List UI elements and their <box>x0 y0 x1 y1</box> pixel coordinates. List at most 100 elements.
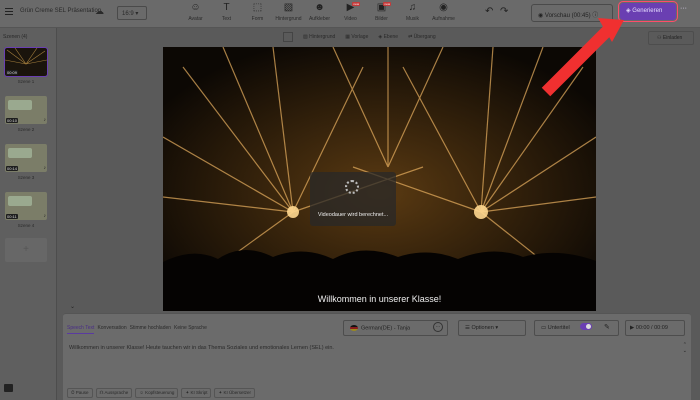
cloud-icon: ☁ <box>95 6 104 16</box>
pause-button[interactable]: ⏱ Pause <box>67 388 93 398</box>
tool-label: Text <box>221 16 232 22</box>
scene-thumbnail[interactable]: 00:14 ♪ <box>5 144 47 172</box>
slide-preview-shape <box>8 100 32 110</box>
tool-label: Aufnahme <box>432 16 455 22</box>
tab-upload-voice[interactable]: Stimme hochladen <box>130 325 171 334</box>
scene-duration: 00:10 <box>6 118 19 123</box>
options-select[interactable]: ☰ Optionen ▾ <box>458 320 526 336</box>
tool-record[interactable]: ◉ Aufnahme <box>428 2 459 22</box>
scene-duration: 00:09 <box>6 70 19 75</box>
sliders-icon: ☰ <box>465 325 470 331</box>
record-icon: ◉ <box>439 2 448 13</box>
tool-label: Avatar <box>188 16 203 22</box>
music-note-icon: ♪ <box>43 69 47 75</box>
slide-preview-shape <box>8 196 32 206</box>
insert-toolbar: ☺ Avatar T Text ⬚ Form ▧ Hintergrund ☻ Aufkle… <box>180 2 459 22</box>
speech-text-field[interactable]: Willkommen in unserer Klasse! Heute tauc… <box>69 345 689 351</box>
new-badge: new <box>352 2 360 6</box>
pin-icon[interactable]: ✎ <box>604 323 610 331</box>
info-icon: ⓘ <box>592 13 599 19</box>
scene-label: Szene 1 <box>17 79 35 84</box>
tool-label: Musik <box>405 16 420 22</box>
voice-more-icon[interactable]: ··· <box>433 322 443 332</box>
tool-images[interactable]: ▣ new Bilder <box>366 2 397 22</box>
tool-label: Form <box>251 16 264 22</box>
menu-icon[interactable] <box>5 8 13 16</box>
tab-no-speech[interactable]: Keine Sprache <box>174 325 207 334</box>
tool-sticker[interactable]: ☻ Aufkleber <box>304 2 335 22</box>
canvas-tool-transition[interactable]: ⇄ Übergang <box>408 30 436 44</box>
loading-spinner-icon <box>345 180 359 194</box>
sticker-icon: ☻ <box>314 2 325 13</box>
aspect-ratio-select[interactable]: 16:9 ▾ <box>117 6 147 20</box>
invite-button[interactable]: ⚇ Einladen <box>648 31 694 45</box>
tool-label: Video <box>344 16 357 22</box>
music-note-icon: ♪ <box>43 213 47 219</box>
scene-thumbnail[interactable]: 00:09 ♪ <box>4 47 48 77</box>
chat-icon[interactable] <box>4 384 13 392</box>
new-badge: new <box>383 2 391 6</box>
music-note-icon: ♪ <box>43 117 47 123</box>
chevron-down-icon[interactable]: ⌄ <box>70 303 75 310</box>
scroll-arrows-icon[interactable]: ⌃ ⌄ <box>683 342 687 354</box>
play-icon[interactable]: ▶ <box>630 325 634 331</box>
generate-label: Generieren <box>632 8 663 14</box>
canvas-tool-template[interactable]: ▦ Vorlage <box>345 30 368 44</box>
scene-thumbnail[interactable]: 00:10 ♪ <box>5 96 47 124</box>
avatar-icon: ☺ <box>190 2 201 13</box>
head-control-button[interactable]: ☺ Kopfsteuerung <box>135 388 179 398</box>
tool-avatar[interactable]: ☺ Avatar <box>180 2 211 22</box>
loading-text: Videodauer wird berechnet... <box>317 212 389 218</box>
more-options-icon[interactable]: ··· <box>680 5 687 12</box>
add-user-icon: ⚇ <box>657 35 662 41</box>
scene-item[interactable]: 00:11 ♪ Szene 4 <box>5 192 47 228</box>
tool-label: Aufkleber <box>308 16 331 22</box>
scene-item[interactable]: 00:14 ♪ Szene 3 <box>5 144 47 180</box>
canvas-tool-layer[interactable]: ◈ Ebene <box>378 30 398 44</box>
project-title[interactable]: Grün Creme SEL Präsentation <box>20 8 101 14</box>
preview-label: Vorschau (00:45) <box>544 13 591 19</box>
scene-item[interactable]: 00:09 ♪ Szene 1 <box>4 47 48 84</box>
scene-thumbnail[interactable]: 00:11 ♪ <box>5 192 47 220</box>
preview-button[interactable]: ◉ Vorschau (00:45) ⓘ <box>531 4 613 22</box>
tab-conversation[interactable]: Konversation <box>97 325 126 334</box>
generate-button[interactable]: ◈ Generieren <box>618 1 678 22</box>
script-panel: Speech Text Konversation Stimme hochlade… <box>63 313 691 400</box>
background-icon: ▧ <box>283 2 294 13</box>
color-swatch[interactable] <box>283 32 293 42</box>
subtitles-icon: ▭ <box>541 325 547 331</box>
shape-icon: ⬚ <box>252 2 263 13</box>
tool-text[interactable]: T Text <box>211 2 242 22</box>
layers-icon: ◈ <box>626 8 631 14</box>
tab-speech-text[interactable]: Speech Text <box>67 325 95 334</box>
tool-background[interactable]: ▧ Hintergrund <box>273 2 304 22</box>
playback-time: 00:00 / 00:09 <box>635 325 668 331</box>
pronunciation-button[interactable]: ☊ Aussprache <box>95 388 133 398</box>
ai-translator-button[interactable]: ✦ KI Übersetzer <box>214 388 256 398</box>
play-control[interactable]: ▶ 00:00 / 00:09 <box>625 320 685 336</box>
scenes-header: Szenen (4) <box>3 34 28 40</box>
video-subtitle: Willkommen in unserer Klasse! <box>317 294 442 304</box>
scene-duration: 00:11 <box>6 214 18 219</box>
tool-label: Bilder <box>375 16 388 22</box>
canvas-tool-background[interactable]: ▧ Hintergrund <box>303 30 335 44</box>
add-scene-button[interactable]: + <box>5 238 47 262</box>
video-icon: ▶ <box>346 2 355 13</box>
tool-label: Hintergrund <box>275 16 302 22</box>
tool-music[interactable]: ♫ Musik <box>397 2 428 22</box>
redo-icon[interactable]: ↷ <box>500 6 508 17</box>
top-bar: Grün Creme SEL Präsentation ☁ 16:9 ▾ ☺ Av… <box>0 0 700 28</box>
script-actions: ⏱ Pause ☊ Aussprache ☺ Kopfsteuerung ✦ K… <box>67 388 258 398</box>
subtitles-toggle[interactable] <box>580 323 592 330</box>
scene-duration: 00:14 <box>6 166 19 171</box>
image-icon: ▣ <box>376 2 387 13</box>
canvas-toolbar: ▧ Hintergrund ▦ Vorlage ◈ Ebene ⇄ Überga… <box>283 30 446 44</box>
play-circle-icon: ◉ <box>538 13 544 19</box>
scene-item[interactable]: 00:10 ♪ Szene 2 <box>5 96 47 132</box>
tool-shape[interactable]: ⬚ Form <box>242 2 273 22</box>
music-note-icon: ♪ <box>43 165 47 171</box>
tool-video[interactable]: ▶ new Video <box>335 2 366 22</box>
ai-script-button[interactable]: ✦ KI Skript <box>181 388 212 398</box>
script-tabs: Speech Text Konversation Stimme hochlade… <box>67 325 210 334</box>
undo-icon[interactable]: ↶ <box>485 6 493 17</box>
